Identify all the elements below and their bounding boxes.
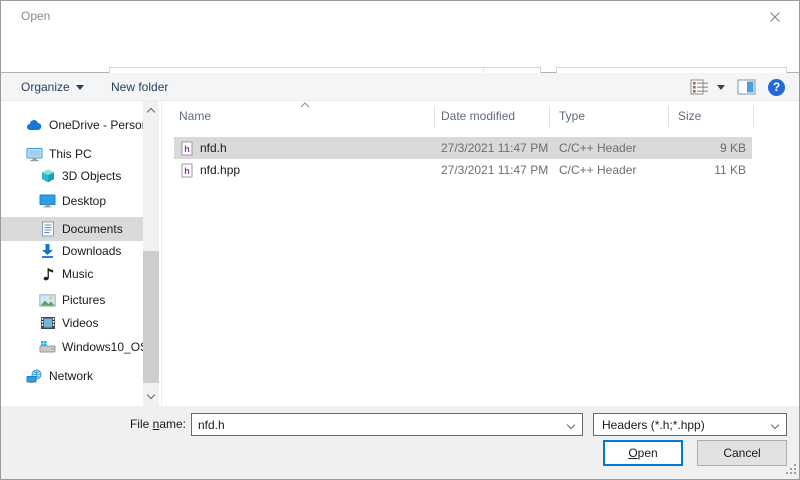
open-button[interactable]: Open: [603, 440, 683, 466]
chevron-down-icon: [76, 85, 84, 90]
sidebar-item-label: Videos: [62, 316, 98, 330]
sidebar-item-music[interactable]: Music: [1, 262, 143, 286]
column-header-size[interactable]: Size: [678, 109, 701, 123]
open-file-dialog: Open « GitHub › nativefiledialog ›: [0, 0, 800, 480]
file-row-nfd-h[interactable]: h nfd.h 27/3/2021 11:47 PM C/C++ Header …: [174, 137, 752, 159]
file-name: nfd.h: [200, 141, 227, 155]
sidebar-divider: [161, 101, 162, 406]
sidebar-item-documents[interactable]: Documents: [1, 217, 143, 241]
file-size: 11 KB: [574, 159, 746, 181]
sidebar-item-windows-drive[interactable]: Windows10_OS (: [1, 335, 143, 359]
close-button[interactable]: [761, 5, 789, 29]
sidebar-item-label: Downloads: [62, 244, 121, 258]
navigation-bar: « GitHub › nativefiledialog › src › incl…: [1, 31, 799, 73]
details-view-icon: [690, 79, 710, 95]
file-name-label: File name:: [61, 417, 186, 431]
help-icon: ?: [768, 79, 785, 96]
sidebar-item-label: Windows10_OS (: [62, 340, 143, 354]
sort-ascending-icon: [300, 102, 310, 108]
views-button[interactable]: [690, 79, 725, 95]
3d-cube-icon: [39, 168, 56, 184]
file-name-input[interactable]: nfd.h: [191, 413, 583, 436]
videos-icon: [39, 315, 56, 331]
preview-pane-button[interactable]: [737, 79, 756, 95]
chevron-down-icon: [771, 421, 779, 429]
sidebar-item-onedrive[interactable]: OneDrive - Person: [1, 113, 143, 137]
cancel-button[interactable]: Cancel: [697, 440, 787, 466]
column-header-row: Name Date modified Type Size: [171, 101, 799, 131]
file-row-nfd-hpp[interactable]: h nfd.hpp 27/3/2021 11:47 PM C/C++ Heade…: [174, 159, 752, 181]
footer-bar: File name: nfd.h Headers (*.h;*.hpp) Ope…: [1, 406, 799, 479]
sidebar-item-label: Documents: [62, 222, 123, 236]
cancel-label: Cancel: [723, 446, 760, 460]
resize-grip[interactable]: [784, 464, 796, 476]
title-bar: Open: [1, 1, 799, 31]
column-header-date[interactable]: Date modified: [441, 109, 515, 123]
sidebar-item-label: Desktop: [62, 194, 106, 208]
sidebar-item-desktop[interactable]: Desktop: [1, 189, 143, 213]
navigation-sidebar: OneDrive - Person This PC 3D Objects Des…: [1, 101, 161, 406]
chevron-down-icon: [717, 85, 725, 90]
sidebar-item-network[interactable]: Network: [1, 364, 143, 388]
column-divider[interactable]: [434, 106, 435, 127]
new-folder-label: New folder: [111, 80, 168, 94]
column-header-type[interactable]: Type: [559, 109, 585, 123]
computer-icon: [26, 146, 43, 162]
file-type-select[interactable]: Headers (*.h;*.hpp): [593, 413, 787, 436]
sidebar-item-label: Pictures: [62, 293, 105, 307]
sidebar-item-3d-objects[interactable]: 3D Objects: [1, 164, 143, 188]
column-divider[interactable]: [753, 106, 754, 127]
chevron-down-icon: [567, 421, 575, 429]
scroll-down-icon[interactable]: [147, 391, 155, 399]
sidebar-item-pictures[interactable]: Pictures: [1, 288, 143, 312]
preview-pane-icon: [737, 79, 756, 95]
header-file-icon: h: [181, 163, 193, 178]
organize-button[interactable]: Organize: [15, 73, 90, 101]
new-folder-button[interactable]: New folder: [105, 73, 174, 101]
sidebar-item-videos[interactable]: Videos: [1, 311, 143, 335]
file-date: 27/3/2021 11:47 PM: [441, 159, 549, 181]
command-toolbar: Organize New folder ?: [1, 73, 799, 101]
scrollbar-thumb[interactable]: [143, 251, 159, 383]
pictures-icon: [39, 292, 56, 308]
sidebar-item-this-pc[interactable]: This PC: [1, 142, 143, 166]
file-name: nfd.hpp: [200, 163, 240, 177]
sidebar-item-downloads[interactable]: Downloads: [1, 239, 143, 263]
file-size: 9 KB: [574, 137, 746, 159]
documents-icon: [39, 221, 56, 237]
sidebar-item-label: Music: [62, 267, 93, 281]
sidebar-item-label: 3D Objects: [62, 169, 121, 183]
onedrive-cloud-icon: [26, 117, 43, 133]
help-button[interactable]: ?: [768, 79, 785, 96]
organize-label: Organize: [21, 80, 70, 94]
svg-text:h: h: [184, 166, 190, 176]
close-icon: [769, 11, 781, 23]
drive-icon: [39, 339, 56, 355]
file-name-value: nfd.h: [198, 418, 225, 432]
sidebar-item-label: This PC: [49, 147, 92, 161]
sidebar-item-label: OneDrive - Person: [49, 118, 143, 132]
content-area: OneDrive - Person This PC 3D Objects Des…: [1, 101, 799, 406]
network-icon: [26, 368, 43, 384]
music-icon: [39, 266, 56, 282]
header-file-icon: h: [181, 141, 193, 156]
file-date: 27/3/2021 11:47 PM: [441, 137, 549, 159]
file-list: Name Date modified Type Size h nfd.h 27/…: [171, 101, 799, 406]
downloads-icon: [39, 243, 56, 259]
sidebar-item-label: Network: [49, 369, 93, 383]
desktop-icon: [39, 193, 56, 209]
dialog-title: Open: [21, 9, 50, 23]
column-divider[interactable]: [668, 106, 669, 127]
file-type-value: Headers (*.h;*.hpp): [602, 418, 705, 432]
scroll-up-icon[interactable]: [147, 108, 155, 116]
column-header-name[interactable]: Name: [179, 109, 211, 123]
sidebar-scrollbar[interactable]: [143, 101, 159, 406]
column-divider[interactable]: [549, 106, 550, 127]
svg-text:h: h: [184, 144, 190, 154]
